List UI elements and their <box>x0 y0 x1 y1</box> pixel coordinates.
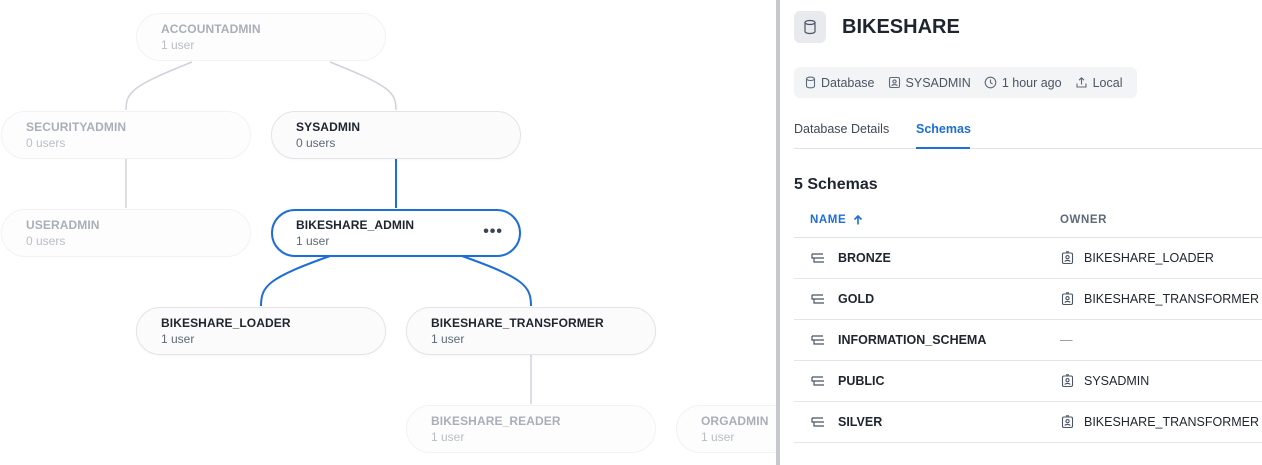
column-header-name[interactable]: NAME <box>810 214 864 226</box>
clock-icon <box>984 76 997 89</box>
role-node-users: 0 users <box>26 234 66 248</box>
role-node-title: BIKESHARE_TRANSFORMER <box>431 316 604 330</box>
role-node-useradmin[interactable]: USERADMIN 0 users <box>1 209 251 257</box>
schema-name[interactable]: BRONZE <box>838 251 891 265</box>
schema-name[interactable]: INFORMATION_SCHEMA <box>838 333 986 347</box>
role-node-sysadmin[interactable]: SYSADMIN 0 users <box>271 111 521 159</box>
schemas-table: NAME OWNER BRONZE BIKESHARE_LOADER GOLD … <box>794 200 1262 443</box>
role-node-title: ORGADMIN <box>701 414 769 428</box>
page-title: BIKESHARE <box>842 16 960 38</box>
schema-name[interactable]: PUBLIC <box>838 374 885 388</box>
meta-owner-label: SYSADMIN <box>905 75 971 90</box>
schema-icon <box>811 376 824 386</box>
table-row[interactable]: INFORMATION_SCHEMA — <box>794 320 1262 361</box>
schema-icon <box>811 294 824 304</box>
active-tab-indicator <box>916 147 970 149</box>
role-node-users: 1 user <box>701 430 735 444</box>
table-header: NAME OWNER <box>794 200 1262 238</box>
schema-owner: BIKESHARE_LOADER <box>1084 251 1214 265</box>
table-row[interactable]: BRONZE BIKESHARE_LOADER <box>794 238 1262 279</box>
table-row[interactable]: SILVER BIKESHARE_TRANSFORMER <box>794 402 1262 443</box>
role-node-title: BIKESHARE_LOADER <box>161 316 291 330</box>
schema-owner: BIKESHARE_TRANSFORMER <box>1084 292 1260 306</box>
role-node-title: USERADMIN <box>26 218 100 232</box>
role-node-users: 1 user <box>161 38 195 52</box>
role-node-accountadmin[interactable]: ACCOUNTADMIN 1 user <box>136 13 386 61</box>
upload-icon <box>1076 77 1087 88</box>
role-node-users: 1 user <box>431 430 465 444</box>
schema-icon <box>811 253 824 263</box>
schema-owner: — <box>1060 333 1073 347</box>
role-node-securityadmin[interactable]: SECURITYADMIN 0 users <box>1 111 251 159</box>
database-icon <box>794 11 826 43</box>
meta-created: 1 hour ago <box>984 76 1062 90</box>
role-node-bikeshare-transformer[interactable]: BIKESHARE_TRANSFORMER 1 user <box>406 307 656 355</box>
role-node-bikeshare-admin[interactable]: BIKESHARE_ADMIN 1 user ••• <box>271 209 521 257</box>
schema-owner: BIKESHARE_TRANSFORMER <box>1084 415 1260 429</box>
role-node-title: SYSADMIN <box>296 120 361 134</box>
meta-created-label: 1 hour ago <box>1001 75 1062 90</box>
more-options-icon[interactable]: ••• <box>483 224 503 240</box>
role-node-title: SECURITYADMIN <box>26 120 127 134</box>
role-badge-icon <box>1061 292 1074 306</box>
role-node-bikeshare-reader[interactable]: BIKESHARE_READER 1 user <box>406 405 656 453</box>
meta-owner: SYSADMIN <box>888 76 971 90</box>
meta-type-label: Database <box>821 75 875 90</box>
column-header-owner[interactable]: OWNER <box>1060 214 1107 226</box>
edge-accountadmin-sysadmin <box>329 61 397 111</box>
detail-panel: BIKESHARE Database SYSADMIN 1 hour ago L… <box>780 0 1262 465</box>
edge-bikeshare-admin-transformer <box>461 255 532 307</box>
meta-source: Local <box>1075 75 1123 90</box>
object-metadata-bar: Database SYSADMIN 1 hour ago Local <box>794 67 1137 98</box>
role-node-users: 0 users <box>26 136 66 150</box>
schema-icon <box>811 335 824 345</box>
arrow-up-icon <box>854 214 863 225</box>
role-node-orgadmin[interactable]: ORGADMIN 1 user <box>676 405 776 453</box>
database-icon <box>805 76 816 89</box>
role-node-users: 1 user <box>431 332 465 346</box>
schemas-count-heading: 5 Schemas <box>794 176 878 193</box>
schema-name[interactable]: GOLD <box>838 292 874 306</box>
meta-type: Database <box>805 76 875 90</box>
edge-bikeshare-admin-loader <box>260 255 331 307</box>
meta-source-label: Local <box>1092 75 1123 90</box>
column-header-name-label: NAME <box>810 214 847 226</box>
table-row[interactable]: PUBLIC SYSADMIN <box>794 361 1262 402</box>
role-hierarchy-graph[interactable]: ACCOUNTADMIN 1 user SECURITYADMIN 0 user… <box>0 0 776 465</box>
role-badge-icon <box>888 76 900 89</box>
role-node-users: 1 user <box>161 332 195 346</box>
role-badge-icon <box>1061 251 1074 265</box>
schema-name[interactable]: SILVER <box>838 415 882 429</box>
tab-database-details[interactable]: Database Details <box>794 122 889 136</box>
role-node-title: ACCOUNTADMIN <box>161 22 261 36</box>
role-badge-icon <box>1061 415 1074 429</box>
table-row[interactable]: GOLD BIKESHARE_TRANSFORMER <box>794 279 1262 320</box>
schema-icon <box>811 417 824 427</box>
tab-schemas[interactable]: Schemas <box>916 122 971 136</box>
role-node-title: BIKESHARE_READER <box>431 414 561 428</box>
role-node-bikeshare-loader[interactable]: BIKESHARE_LOADER 1 user <box>136 307 386 355</box>
schema-owner: SYSADMIN <box>1084 374 1150 388</box>
tab-bar: Database Details Schemas <box>794 113 1262 149</box>
role-node-users: 0 users <box>296 136 336 150</box>
role-badge-icon <box>1061 374 1074 388</box>
edge-accountadmin-securityadmin <box>125 61 193 111</box>
